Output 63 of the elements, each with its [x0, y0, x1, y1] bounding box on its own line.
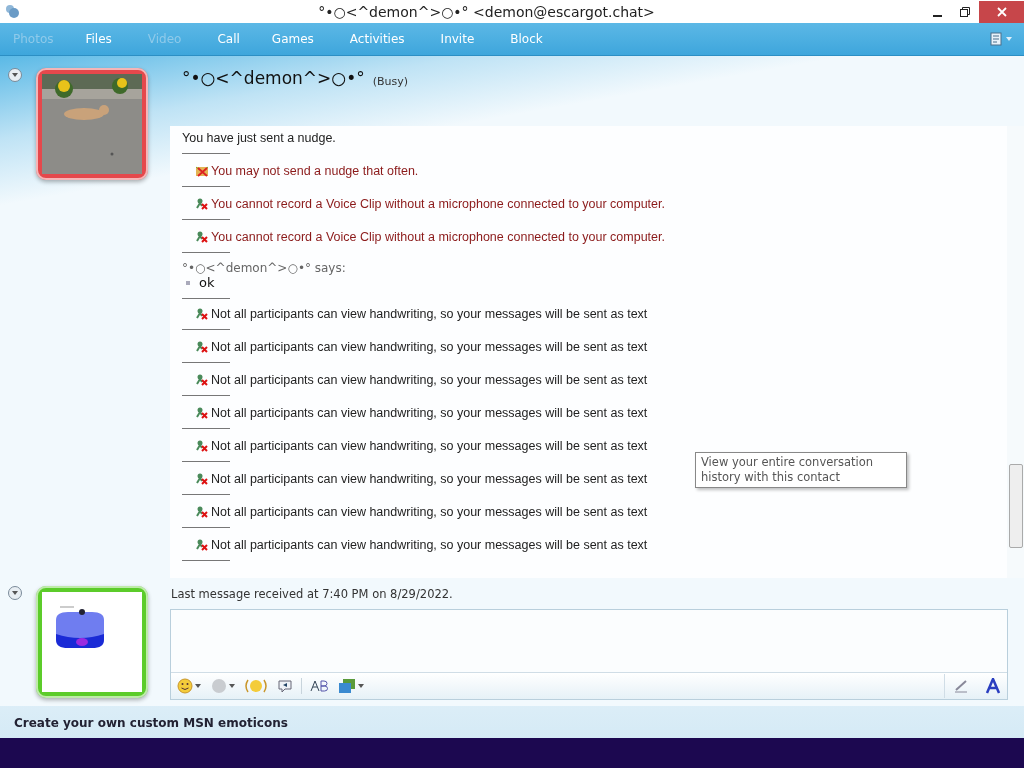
caret-icon — [12, 73, 18, 77]
menu-item[interactable]: Games — [271, 32, 314, 46]
microphone-error-icon — [196, 374, 208, 386]
close-icon — [996, 6, 1007, 17]
caret-icon — [229, 684, 235, 688]
scroll-thumb[interactable] — [1008, 464, 1023, 548]
caret-icon — [12, 591, 18, 595]
microphone-error-icon — [196, 198, 208, 210]
system-message: You cannot record a Voice Clip without a microphone connected to your computer. — [211, 230, 665, 244]
scrollbar[interactable] — [1007, 126, 1024, 578]
caret-icon — [358, 684, 364, 688]
system-message: Not all participants can view handwriting, so your messages will be sent as text — [211, 373, 648, 387]
wink-icon — [211, 678, 227, 694]
system-message: Not all participants can view handwriting, so your messages will be sent as text — [211, 340, 648, 354]
minimize-icon — [932, 14, 942, 17]
font-icon — [310, 678, 328, 694]
message-text: ok — [199, 275, 215, 290]
system-message: Not all participants can view handwriting, so your messages will be sent as text — [211, 538, 648, 552]
system-message: Not all participants can view handwriting, so your messages will be sent as text — [211, 406, 648, 420]
system-message: Not all participants can view handwriting, so your messages will be sent as text — [211, 505, 648, 519]
letter-icon — [985, 678, 1001, 694]
menu-item[interactable]: Block — [510, 32, 543, 46]
document-icon — [990, 32, 1004, 46]
microphone-error-icon — [196, 231, 208, 243]
system-message: Not all participants can view handwriting, so your messages will be sent as text — [211, 307, 648, 321]
microphone-error-icon — [196, 308, 208, 320]
bullet-icon — [186, 280, 190, 285]
last-message-info: Last message received at 7:40 PM on 8/29/2022. — [170, 586, 454, 603]
sender-name: °•○<^demon^>○•° says: — [182, 261, 347, 275]
menu-item[interactable]: Call — [217, 32, 240, 46]
window-title: °•○<^demon^>○•° <demon@escargot.chat> — [317, 3, 656, 20]
system-message: You have just sent a nudge. — [182, 131, 336, 145]
menu-item[interactable]: Activities — [349, 32, 405, 46]
contact-name: °•○<^demon^>○•° — [182, 68, 365, 88]
microphone-error-icon — [196, 506, 208, 518]
system-message: You may not send a nudge that often. — [211, 164, 419, 178]
menu-item[interactable]: Invite — [440, 32, 475, 46]
restore-icon — [960, 6, 970, 17]
pen-icon — [953, 678, 969, 694]
microphone-error-icon — [196, 407, 208, 419]
microphone-error-icon — [196, 473, 208, 485]
speech-bubble-icon — [277, 678, 293, 694]
shaking-smiley-icon — [245, 678, 267, 694]
microphone-error-icon — [196, 341, 208, 353]
close-button[interactable] — [979, 0, 1024, 23]
microphone-error-icon — [196, 440, 208, 452]
image-icon — [338, 678, 356, 694]
microphone-error-icon — [196, 539, 208, 551]
system-message: You cannot record a Voice Clip without a microphone connected to your computer. — [211, 197, 665, 211]
expand-icon[interactable] — [8, 586, 22, 600]
expand-icon[interactable] — [8, 68, 22, 82]
contact-status: (Busy) — [372, 75, 409, 88]
caret-icon — [195, 684, 201, 688]
system-message: Not all participants can view handwriting, so your messages will be sent as text — [211, 472, 648, 486]
smiley-icon — [177, 678, 193, 694]
messenger-logo — [4, 3, 20, 20]
tooltip: View your entire conversation history with this contact — [695, 452, 907, 488]
message-input[interactable] — [170, 609, 1008, 700]
system-message: Not all participants can view handwriting, so your messages will be sent as text — [211, 439, 648, 453]
menu-item[interactable]: Files — [85, 32, 112, 46]
caret-icon — [1006, 37, 1012, 41]
emoticons-link[interactable]: Create your own custom MSN emoticons — [0, 706, 1024, 738]
envelope-icon — [196, 165, 208, 177]
